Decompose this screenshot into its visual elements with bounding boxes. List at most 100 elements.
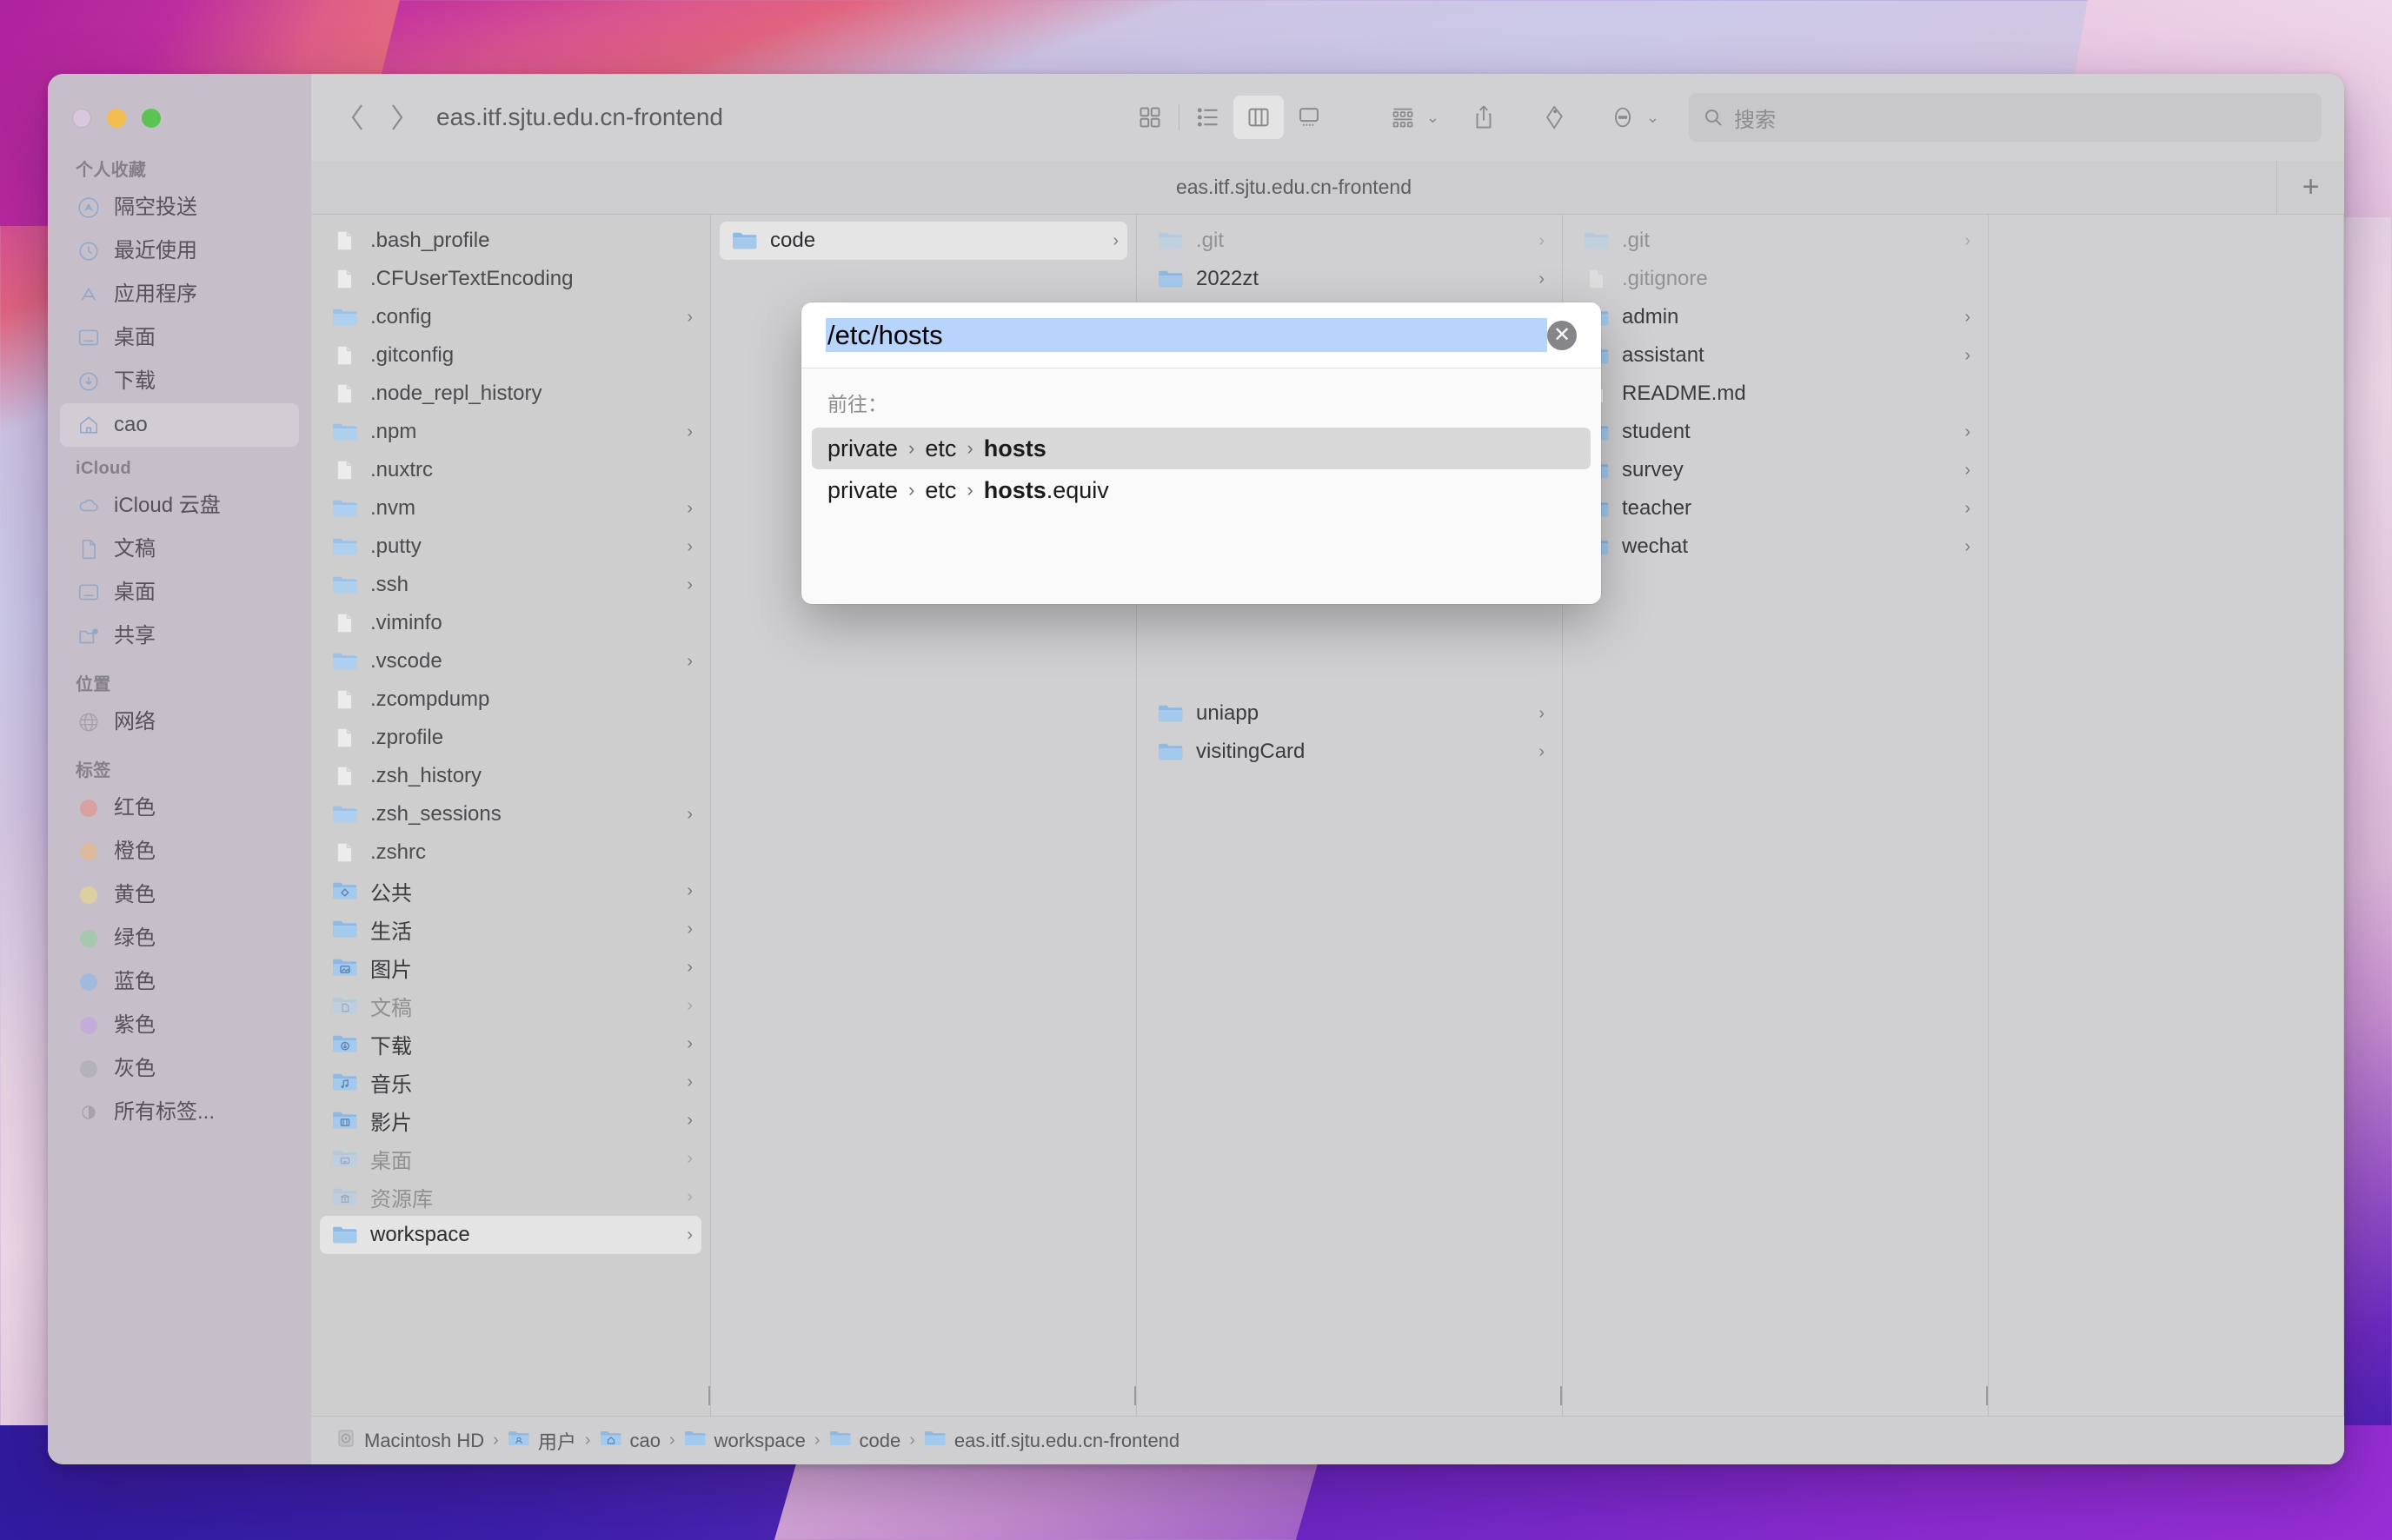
forward-button[interactable] — [377, 97, 417, 137]
sidebar-item-icloud-drive[interactable]: iCloud 云盘 — [60, 484, 299, 528]
tag-icon[interactable] — [1528, 96, 1578, 139]
list-item[interactable]: .vscode › — [320, 642, 701, 680]
sidebar-item-tag-gray[interactable]: 灰色 — [60, 1047, 299, 1091]
list-item-label: .zsh_history — [370, 764, 482, 787]
breadcrumb-users[interactable]: 用户 — [508, 1427, 576, 1455]
chevron-down-icon[interactable]: ⌄ — [1646, 109, 1659, 127]
clear-icon[interactable]: ✕ — [1547, 320, 1577, 350]
sidebar-item-desktop-icloud[interactable]: 桌面 — [60, 571, 299, 614]
list-item[interactable]: .npm › — [320, 413, 701, 451]
back-button[interactable] — [337, 97, 377, 137]
goto-path-field[interactable]: /etc/hosts ✕ — [801, 302, 1601, 368]
column-resizer[interactable] — [1557, 1384, 1562, 1407]
close-button[interactable] — [72, 109, 91, 128]
sidebar-item-documents[interactable]: 文稿 — [60, 528, 299, 571]
list-item[interactable]: 资源库 › — [320, 1178, 701, 1216]
column-resizer[interactable] — [1131, 1384, 1136, 1407]
list-item[interactable]: .node_repl_history — [320, 375, 701, 413]
sidebar-item-downloads[interactable]: 下载 — [60, 360, 299, 403]
list-item[interactable]: 影片 › — [320, 1101, 701, 1139]
list-item[interactable]: 文稿 › — [320, 986, 701, 1025]
sidebar-item-tag-blue[interactable]: 蓝色 — [60, 960, 299, 1004]
breadcrumb-macintosh-hd[interactable]: Macintosh HD — [336, 1428, 484, 1454]
list-item[interactable]: .putty › — [320, 528, 701, 566]
suggestion-item[interactable]: private › etc › hosts — [812, 428, 1591, 469]
icon-view-icon[interactable] — [1125, 96, 1175, 139]
list-item[interactable]: .bash_profile — [320, 222, 701, 260]
list-item[interactable]: wechat › — [1571, 528, 1979, 566]
list-item[interactable]: README.md — [1571, 375, 1979, 413]
home-folder-icon — [600, 1429, 622, 1453]
list-item[interactable]: .nvm › — [320, 489, 701, 528]
list-item-workspace[interactable]: workspace › — [320, 1216, 701, 1254]
minimize-button[interactable] — [107, 109, 126, 128]
list-item[interactable]: .CFUserTextEncoding — [320, 260, 701, 298]
column-view-icon[interactable] — [1233, 96, 1284, 139]
new-tab-button[interactable]: + — [2276, 161, 2344, 214]
breadcrumb-code[interactable]: code — [829, 1429, 900, 1453]
breadcrumb-workspace[interactable]: workspace — [684, 1429, 806, 1453]
list-item[interactable]: .gitignore — [1571, 260, 1979, 298]
sidebar-item-cao[interactable]: cao — [60, 403, 299, 447]
list-item[interactable]: .zprofile — [320, 719, 701, 757]
folder-icon — [732, 229, 758, 252]
gallery-view-icon[interactable] — [1284, 96, 1334, 139]
list-item[interactable]: .git › — [1571, 222, 1979, 260]
list-item[interactable]: survey › — [1571, 451, 1979, 489]
sidebar-item-all-tags[interactable]: 所有标签... — [60, 1091, 299, 1134]
sidebar-item-desktop[interactable]: 桌面 — [60, 316, 299, 360]
list-item[interactable]: 生活 › — [320, 910, 701, 948]
suggestion-item[interactable]: private › etc › hosts.equiv — [812, 469, 1591, 511]
list-item[interactable]: .ssh › — [320, 566, 701, 604]
zoom-button[interactable] — [142, 109, 161, 128]
search-input[interactable]: 搜索 — [1689, 93, 2322, 142]
tab-current-folder[interactable]: eas.itf.sjtu.edu.cn-frontend — [311, 161, 2276, 214]
sidebar-item-airdrop[interactable]: 隔空投送 — [60, 186, 299, 229]
sidebar-item-tag-yellow[interactable]: 黄色 — [60, 873, 299, 917]
list-view-icon[interactable] — [1183, 96, 1233, 139]
list-item[interactable]: uniapp › — [1146, 694, 1553, 733]
list-item[interactable]: visitingCard › — [1146, 733, 1553, 771]
list-item[interactable]: .viminfo — [320, 604, 701, 642]
list-item[interactable]: 音乐 › — [320, 1063, 701, 1101]
list-item[interactable]: teacher › — [1571, 489, 1979, 528]
sidebar-item-applications[interactable]: 应用程序 — [60, 273, 299, 316]
list-item[interactable]: assistant › — [1571, 336, 1979, 375]
sidebar-item-network[interactable]: 网络 — [60, 700, 299, 744]
list-item[interactable]: .gitconfig — [320, 336, 701, 375]
sidebar-item-tag-green[interactable]: 绿色 — [60, 917, 299, 960]
more-actions-icon[interactable] — [1598, 96, 1648, 139]
share-icon[interactable] — [1458, 96, 1509, 139]
list-item[interactable]: 2022zt › — [1146, 260, 1553, 298]
sidebar-item-shared[interactable]: 共享 — [60, 614, 299, 658]
list-item[interactable]: 下载 › — [320, 1025, 701, 1063]
column-resizer[interactable] — [705, 1384, 710, 1407]
list-item[interactable]: .zsh_sessions › — [320, 795, 701, 833]
sidebar-item-tag-red[interactable]: 红色 — [60, 787, 299, 830]
sidebar-item-tag-purple[interactable]: 紫色 — [60, 1004, 299, 1047]
list-item-code[interactable]: code › — [720, 222, 1127, 260]
list-item-label: 2022zt — [1196, 267, 1259, 290]
list-item[interactable]: 桌面 › — [320, 1139, 701, 1178]
list-item[interactable]: .config › — [320, 298, 701, 336]
chevron-down-icon[interactable]: ⌄ — [1426, 109, 1439, 127]
column-resizer[interactable] — [1983, 1384, 1988, 1407]
sidebar-item-recents[interactable]: 最近使用 — [60, 229, 299, 273]
sidebar-item-tag-orange[interactable]: 橙色 — [60, 830, 299, 873]
group-by-icon[interactable] — [1378, 96, 1428, 139]
list-item[interactable]: .zshrc — [320, 833, 701, 872]
list-item[interactable]: .zcompdump — [320, 680, 701, 719]
list-item[interactable]: .git › — [1146, 222, 1553, 260]
list-item[interactable]: 公共 › — [320, 872, 701, 910]
sidebar-item-label: 蓝色 — [114, 970, 156, 993]
list-item[interactable]: 图片 › — [320, 948, 701, 986]
breadcrumb-label: 用户 — [537, 1430, 576, 1453]
breadcrumb-cao[interactable]: cao — [600, 1429, 661, 1453]
list-item[interactable]: student › — [1571, 413, 1979, 451]
list-item[interactable]: admin › — [1571, 298, 1979, 336]
list-item[interactable]: .zsh_history — [320, 757, 701, 795]
chevron-right-icon: › — [1538, 269, 1545, 289]
breadcrumb-current[interactable]: eas.itf.sjtu.edu.cn-frontend — [924, 1429, 1179, 1453]
goto-path-input[interactable]: /etc/hosts — [826, 317, 1547, 353]
list-item[interactable]: .nuxtrc — [320, 451, 701, 489]
